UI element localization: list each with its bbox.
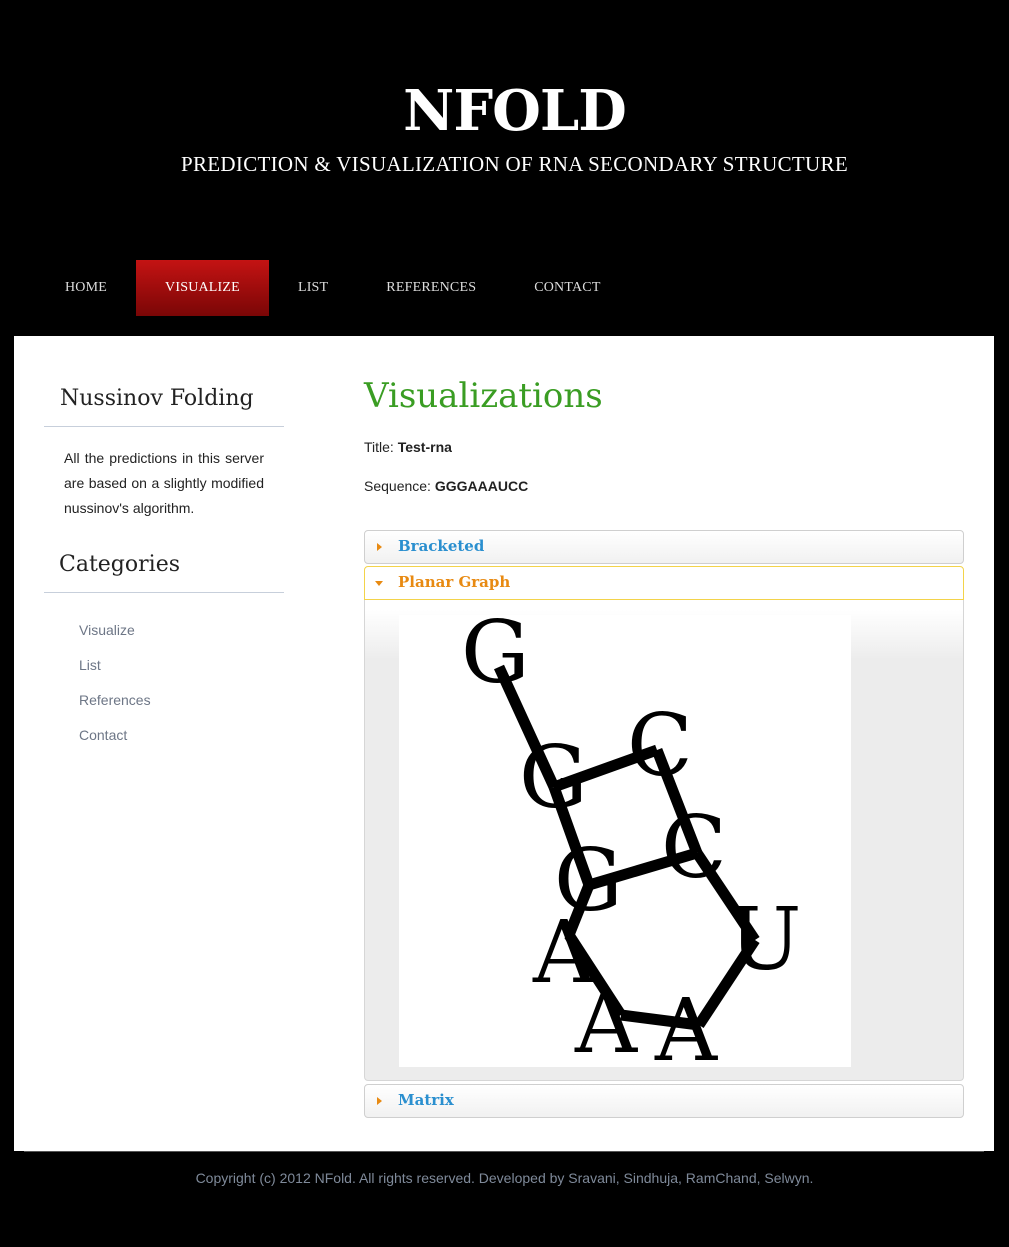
site-title: NFOLD [403,78,627,144]
sidebar-about-title: Nussinov Folding [60,386,254,411]
planar-graph-canvas: G G G A A A U C C [399,615,851,1067]
nav-references[interactable]: REFERENCES [357,260,505,316]
accordion-planar-graph[interactable]: Planar Graph [364,566,964,600]
nav-visualize[interactable]: VISUALIZE [136,260,269,316]
nav-contact[interactable]: CONTACT [505,260,629,316]
accordion-bracketed-label: Bracketed [398,537,485,555]
page-title: Visualizations [364,376,603,416]
category-link-references[interactable]: References [79,692,151,708]
nav-list[interactable]: LIST [269,260,357,316]
category-link-visualize[interactable]: Visualize [79,622,135,638]
nav-home[interactable]: HOME [36,260,136,316]
planar-graph-panel: G G G A A A U C C [364,600,964,1081]
sidebar-divider [44,426,284,427]
caret-right-icon [377,543,382,551]
nucleotide-label: A [654,981,718,1067]
accordion-matrix-label: Matrix [398,1091,454,1109]
sidebar-divider [44,592,284,593]
nucleotide-label: C [627,696,693,796]
accordion-bracketed[interactable]: Bracketed [364,530,964,564]
rna-structure-graph: G G G A A A U C C [461,615,801,1067]
rna-sequence-line: Sequence: GGGAAAUCC [364,478,528,494]
nucleotide-label: G [461,615,530,703]
site-subtitle: PREDICTION & VISUALIZATION OF RNA SECOND… [181,152,848,176]
nucleotide-label: G [519,728,588,828]
sidebar-about-text: All the predictions in this server are b… [64,450,264,516]
rna-sequence-value: GGGAAAUCC [434,478,529,494]
main-nav: HOME VISUALIZE LIST REFERENCES CONTACT [36,260,630,316]
rna-title-value: Test-rna [397,439,452,455]
caret-right-icon [377,1097,382,1105]
rna-title-label: Title: [364,439,394,455]
accordion-planar-graph-label: Planar Graph [398,573,511,591]
category-link-list[interactable]: List [79,657,101,673]
caret-down-icon [375,581,383,586]
nucleotide-label: C [661,798,727,898]
content-panel: Nussinov Folding All the predictions in … [14,336,994,1151]
category-link-contact[interactable]: Contact [79,727,127,743]
rna-title-line: Title: Test-rna [364,439,452,455]
footer-copyright: Copyright (c) 2012 NFold. All rights res… [195,1170,814,1186]
accordion-matrix[interactable]: Matrix [364,1084,964,1118]
footer-divider [24,1151,984,1152]
sidebar-categories-title: Categories [59,552,180,577]
nucleotide-label: U [729,890,801,990]
rna-sequence-label: Sequence: [364,478,431,494]
nucleotide-label: A [574,973,638,1067]
